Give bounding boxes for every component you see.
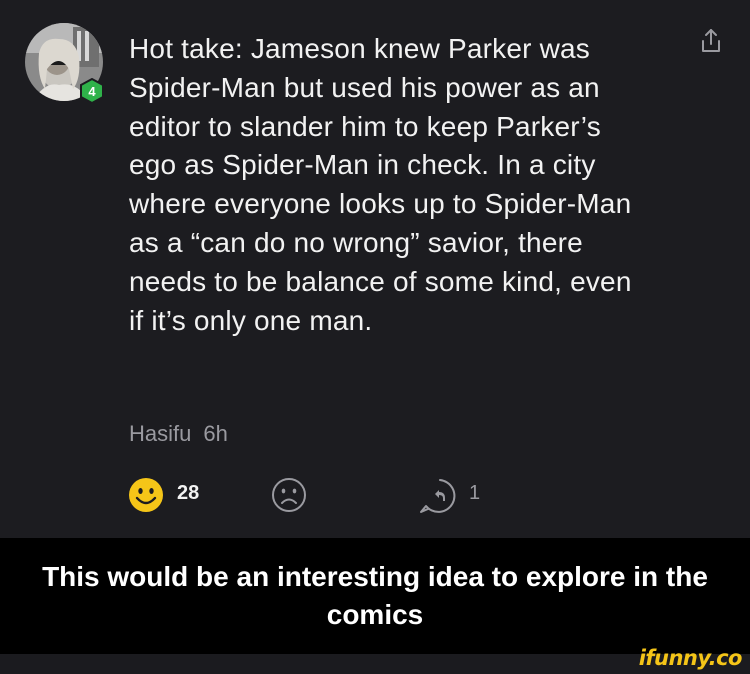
unsmile-icon[interactable] [271, 477, 307, 513]
caption-bar: This would be an interesting idea to exp… [0, 538, 750, 654]
comment-actions: 28 1 [0, 472, 750, 518]
share-icon[interactable] [696, 26, 726, 56]
smile-count: 28 [177, 482, 200, 504]
username[interactable]: Hasifu [129, 421, 191, 446]
user-level-badge: 4 [79, 77, 105, 105]
reply-count: 1 [469, 482, 481, 504]
comment-time: 6h [203, 421, 228, 446]
user-level-number: 4 [88, 83, 96, 99]
comment-text: Hot take: Jameson knew Parker was Spider… [129, 33, 632, 336]
smile-icon[interactable] [128, 477, 164, 513]
footer-bar [0, 654, 750, 674]
comment-meta: Hasifu 6h [129, 421, 228, 447]
ifunny-watermark: ifunny.co [638, 646, 743, 670]
comment-card: 4 Hot take: Jameson knew Parker was Spid… [0, 0, 750, 538]
caption-text: This would be an interesting idea to exp… [42, 561, 708, 630]
reply-icon[interactable] [418, 477, 462, 515]
